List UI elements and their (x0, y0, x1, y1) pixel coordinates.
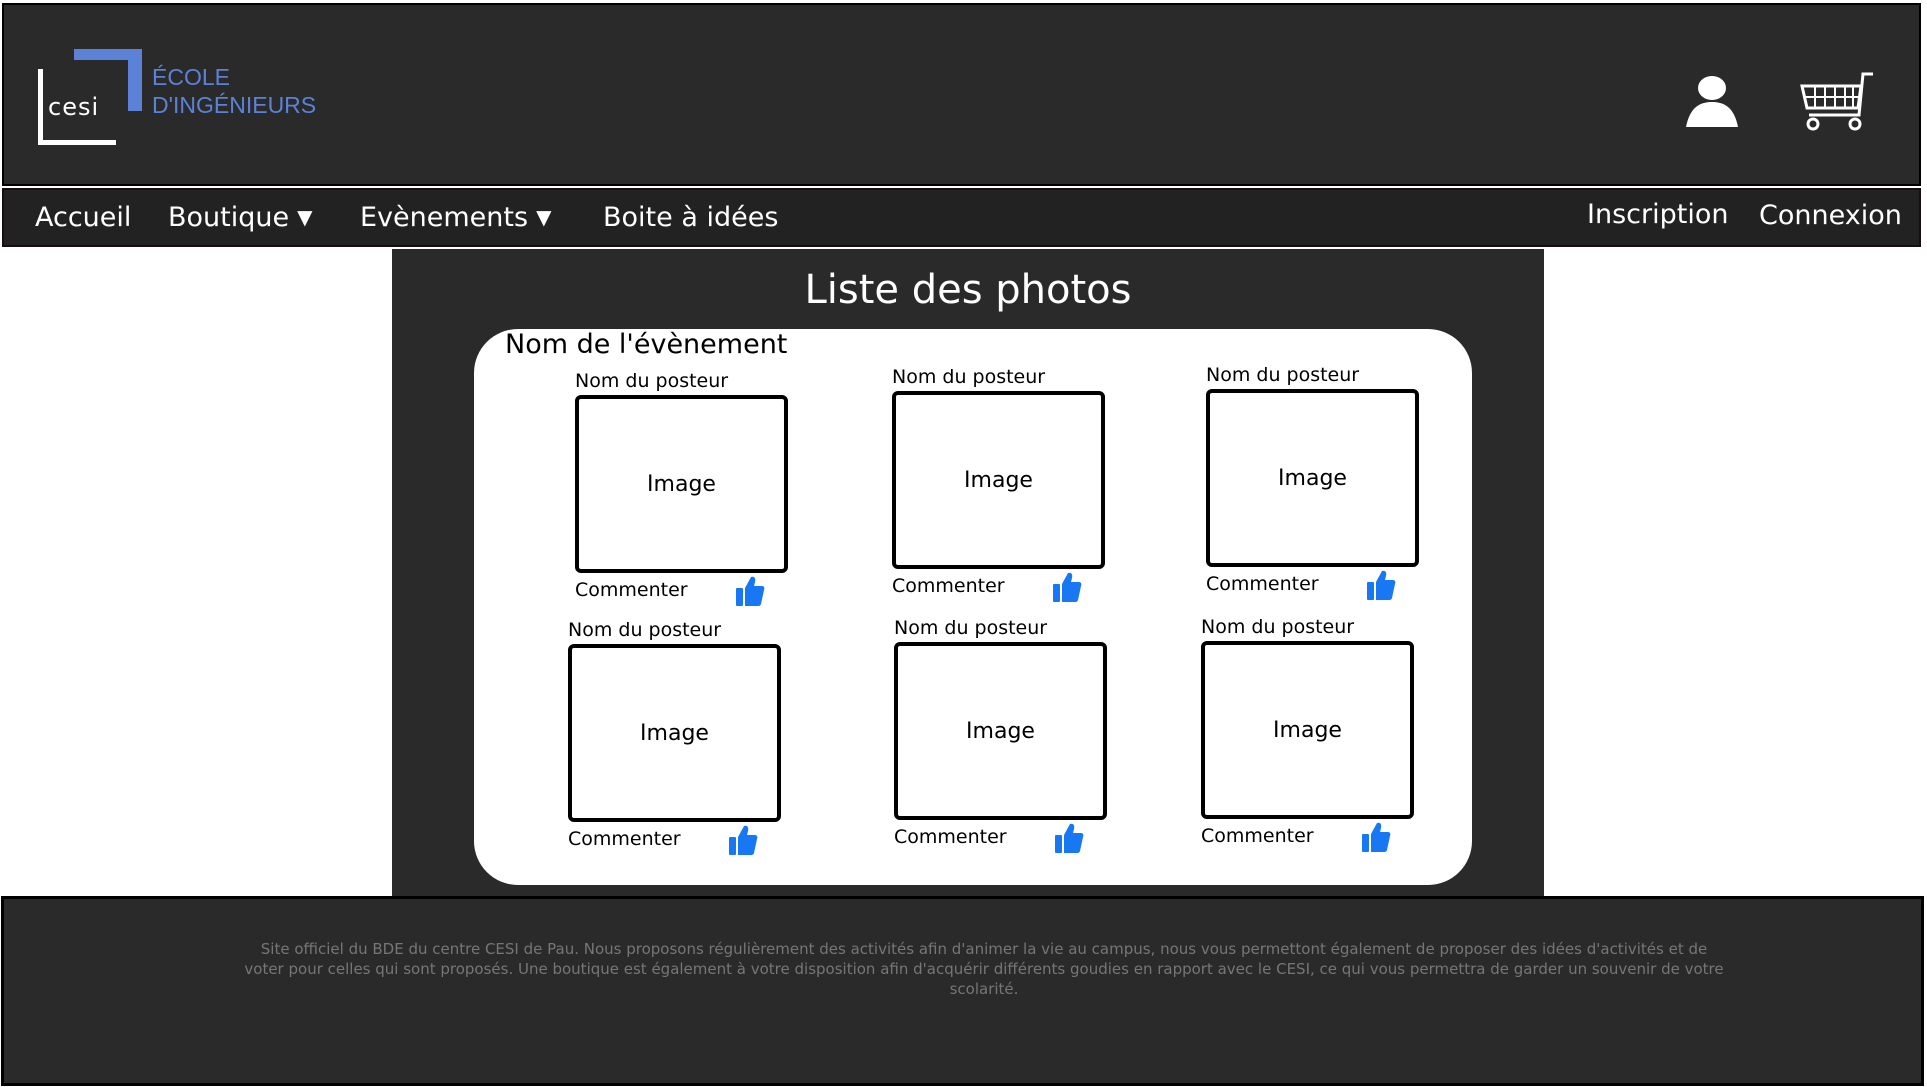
comment-link[interactable]: Commenter (1201, 825, 1314, 847)
site-header: cesi ÉCOLE D'INGÉNIEURS (2, 3, 1921, 186)
poster-name: Nom du posteur (575, 370, 729, 392)
logo-subtitle: ÉCOLE D'INGÉNIEURS (152, 63, 316, 119)
poster-name: Nom du posteur (568, 619, 722, 641)
main-navbar: Accueil Boutique ▼ Evènements ▼ Boite à id… (2, 188, 1921, 247)
user-icon[interactable] (1682, 71, 1742, 129)
image-label: Image (964, 467, 1033, 493)
photo-card: Nom du posteur Image Commenter (575, 370, 790, 607)
logo-wordmark: cesi (48, 93, 100, 121)
cart-icon[interactable] (1799, 71, 1875, 133)
nav-boutique-label: Boutique (168, 202, 290, 233)
comment-link[interactable]: Commenter (894, 826, 1007, 848)
comment-link[interactable]: Commenter (892, 575, 1005, 597)
thumbs-up-icon[interactable] (1361, 821, 1391, 853)
nav-boutique[interactable]: Boutique ▼ (168, 202, 313, 233)
photo-image[interactable]: Image (1206, 389, 1419, 567)
thumbs-up-icon[interactable] (1052, 571, 1082, 603)
image-label: Image (1273, 717, 1342, 743)
event-name: Nom de l'évènement (505, 329, 788, 360)
nav-boite-a-idees[interactable]: Boite à idées (603, 202, 778, 233)
photo-image[interactable]: Image (575, 395, 788, 573)
comment-link[interactable]: Commenter (568, 828, 681, 850)
event-panel: Nom de l'évènement Nom du posteur Image … (474, 329, 1472, 885)
photo-image[interactable]: Image (568, 644, 781, 822)
nav-evenements[interactable]: Evènements ▼ (360, 202, 551, 233)
photo-card: Nom du posteur Image Commenter (892, 366, 1107, 603)
photo-card: Nom du posteur Image Commenter (894, 617, 1109, 854)
nav-connexion[interactable]: Connexion (1759, 200, 1902, 231)
poster-name: Nom du posteur (1206, 364, 1360, 386)
image-label: Image (966, 718, 1035, 744)
poster-name: Nom du posteur (1201, 616, 1355, 638)
thumbs-up-icon[interactable] (728, 824, 758, 856)
site-footer: Site officiel du BDE du centre CESI de P… (1, 896, 1924, 1086)
comment-link[interactable]: Commenter (575, 579, 688, 601)
photo-list-section: Liste des photos Nom de l'évènement Nom … (392, 249, 1544, 896)
photo-card: Nom du posteur Image Commenter (1206, 364, 1421, 601)
caret-down-icon: ▼ (536, 205, 552, 229)
poster-name: Nom du posteur (894, 617, 1048, 639)
photo-image[interactable]: Image (892, 391, 1105, 569)
nav-accueil[interactable]: Accueil (35, 202, 131, 233)
photo-image[interactable]: Image (1201, 641, 1414, 819)
thumbs-up-icon[interactable] (735, 575, 765, 607)
logo-line-1: ÉCOLE (152, 64, 230, 90)
caret-down-icon: ▼ (297, 205, 313, 229)
photo-card: Nom du posteur Image Commenter (568, 619, 783, 856)
image-label: Image (640, 720, 709, 746)
comment-link[interactable]: Commenter (1206, 573, 1319, 595)
image-label: Image (647, 471, 716, 497)
cesi-logo[interactable]: cesi ÉCOLE D'INGÉNIEURS (34, 45, 334, 155)
photo-card: Nom du posteur Image Commenter (1201, 616, 1416, 853)
page-title: Liste des photos (804, 267, 1132, 313)
footer-description: Site officiel du BDE du centre CESI de P… (244, 940, 1724, 998)
nav-evenements-label: Evènements (360, 202, 529, 233)
nav-inscription[interactable]: Inscription (1587, 199, 1728, 230)
logo-line-2: D'INGÉNIEURS (152, 92, 317, 118)
thumbs-up-icon[interactable] (1366, 569, 1396, 601)
thumbs-up-icon[interactable] (1054, 822, 1084, 854)
poster-name: Nom du posteur (892, 366, 1046, 388)
image-label: Image (1278, 465, 1347, 491)
photo-image[interactable]: Image (894, 642, 1107, 820)
